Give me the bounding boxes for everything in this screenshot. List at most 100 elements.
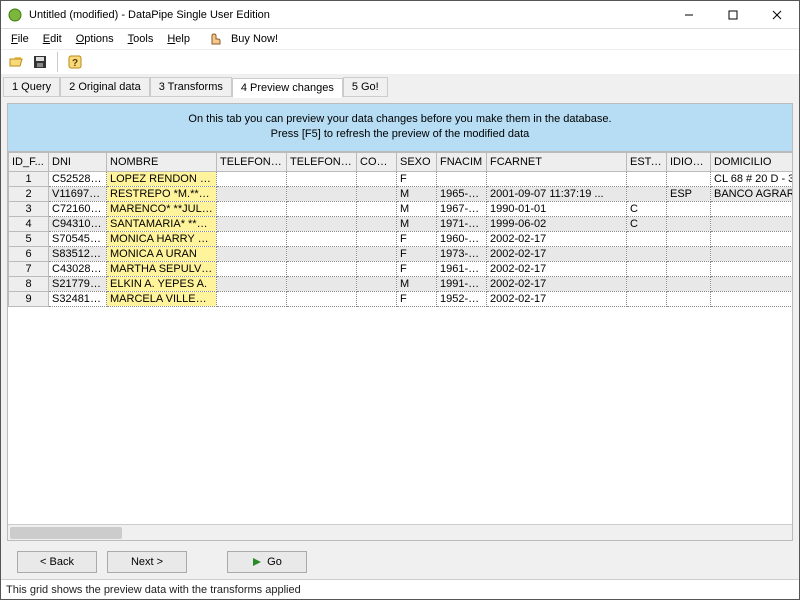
cell[interactable]: [667, 171, 711, 186]
cell[interactable]: 2002-02-17: [487, 276, 627, 291]
cell[interactable]: [217, 186, 287, 201]
table-row[interactable]: 3C72160103MARENCO* **JULIOM1967-1...1990…: [9, 201, 793, 216]
menu-edit[interactable]: Edit: [37, 31, 68, 47]
cell[interactable]: M: [397, 186, 437, 201]
cell[interactable]: 2002-02-17: [487, 261, 627, 276]
cell[interactable]: [357, 186, 397, 201]
cell[interactable]: [627, 171, 667, 186]
cell[interactable]: [287, 231, 357, 246]
col-esta[interactable]: ESTA...: [627, 152, 667, 171]
cell[interactable]: [357, 216, 397, 231]
cell[interactable]: RESTREPO *M.**ADIEL: [107, 186, 217, 201]
cell[interactable]: [287, 171, 357, 186]
table-row[interactable]: 2V116976...RESTREPO *M.**ADIEL M1965-0...…: [9, 186, 793, 201]
cell[interactable]: [287, 201, 357, 216]
cell[interactable]: M: [397, 276, 437, 291]
cell[interactable]: 8: [9, 276, 49, 291]
tab-go[interactable]: 5 Go!: [343, 77, 388, 97]
cell[interactable]: 2002-02-17: [487, 231, 627, 246]
cell[interactable]: [357, 291, 397, 306]
tab-original-data[interactable]: 2 Original data: [60, 77, 150, 97]
cell[interactable]: F: [397, 231, 437, 246]
cell[interactable]: BANCO AGRARIO: [711, 186, 793, 201]
cell[interactable]: [217, 291, 287, 306]
cell[interactable]: [287, 276, 357, 291]
tab-query[interactable]: 1 Query: [3, 77, 60, 97]
cell[interactable]: MONICA A URAN: [107, 246, 217, 261]
cell[interactable]: V116976...: [49, 186, 107, 201]
cell[interactable]: [627, 186, 667, 201]
cell[interactable]: [357, 231, 397, 246]
cell[interactable]: [487, 171, 627, 186]
cell[interactable]: CL 68 # 20 D - 31 ...: [711, 171, 793, 186]
cell[interactable]: [357, 201, 397, 216]
menu-buy-now[interactable]: Buy Now!: [202, 29, 290, 49]
cell[interactable]: [711, 246, 793, 261]
cell[interactable]: [667, 216, 711, 231]
cell[interactable]: [217, 276, 287, 291]
cell[interactable]: 6: [9, 246, 49, 261]
go-button[interactable]: Go: [227, 551, 307, 573]
help-button[interactable]: ?: [64, 51, 86, 73]
cell[interactable]: 1952-0...: [437, 291, 487, 306]
cell[interactable]: [287, 216, 357, 231]
col-nombre[interactable]: NOMBRE: [107, 152, 217, 171]
cell[interactable]: 2002-02-17: [487, 291, 627, 306]
cell[interactable]: 1965-0...: [437, 186, 487, 201]
cell[interactable]: M: [397, 201, 437, 216]
cell[interactable]: 1999-06-02: [487, 216, 627, 231]
cell[interactable]: 2002-02-17: [487, 246, 627, 261]
cell[interactable]: [217, 246, 287, 261]
cell[interactable]: LOPEZ RENDON NANCY ...: [107, 171, 217, 186]
cell[interactable]: C: [627, 201, 667, 216]
cell[interactable]: [627, 231, 667, 246]
col-dom[interactable]: DOMICILIO: [711, 152, 793, 171]
cell[interactable]: ELKIN A. YEPES A.: [107, 276, 217, 291]
cell[interactable]: S835120...: [49, 246, 107, 261]
cell[interactable]: F: [397, 171, 437, 186]
cell[interactable]: [667, 276, 711, 291]
cell[interactable]: 7: [9, 261, 49, 276]
cell[interactable]: 2: [9, 186, 49, 201]
cell[interactable]: 2001-09-07 11:37:19 ...: [487, 186, 627, 201]
tab-transforms[interactable]: 3 Transforms: [150, 77, 232, 97]
cell[interactable]: SANTAMARIA* **NICA...: [107, 216, 217, 231]
cell[interactable]: [711, 291, 793, 306]
cell[interactable]: 1: [9, 171, 49, 186]
col-dni[interactable]: DNI: [49, 152, 107, 171]
cell[interactable]: 5: [9, 231, 49, 246]
cell[interactable]: 9: [9, 291, 49, 306]
cell[interactable]: 1961-1...: [437, 261, 487, 276]
cell[interactable]: MONICA HARRY JARAM...: [107, 231, 217, 246]
cell[interactable]: 1971-0...: [437, 216, 487, 231]
cell[interactable]: 3: [9, 201, 49, 216]
cell[interactable]: MARENCO* **JULIO: [107, 201, 217, 216]
cell[interactable]: C52528144: [49, 171, 107, 186]
cell[interactable]: [217, 216, 287, 231]
col-tel2[interactable]: TELEFONOT...: [287, 152, 357, 171]
col-id[interactable]: ID_F...: [9, 152, 49, 171]
cell[interactable]: 1960-0...: [437, 231, 487, 246]
cell[interactable]: C: [627, 216, 667, 231]
cell[interactable]: C43028837: [49, 261, 107, 276]
cell[interactable]: [357, 276, 397, 291]
cell[interactable]: [437, 171, 487, 186]
cell[interactable]: [711, 201, 793, 216]
cell[interactable]: 1990-01-01: [487, 201, 627, 216]
table-row[interactable]: 8S217794...ELKIN A. YEPES A.M1991-0...20…: [9, 276, 793, 291]
menu-help[interactable]: Help: [161, 31, 196, 47]
save-button[interactable]: [29, 51, 51, 73]
cell[interactable]: 1973-0...: [437, 246, 487, 261]
menu-options[interactable]: Options: [70, 31, 120, 47]
cell[interactable]: [627, 246, 667, 261]
cell[interactable]: [711, 231, 793, 246]
tab-preview-changes[interactable]: 4 Preview changes: [232, 78, 343, 98]
table-row[interactable]: 5S705453...MONICA HARRY JARAM...F1960-0.…: [9, 231, 793, 246]
col-fcar[interactable]: FCARNET: [487, 152, 627, 171]
cell[interactable]: [627, 276, 667, 291]
cell[interactable]: [217, 261, 287, 276]
table-row[interactable]: 4C94310204SANTAMARIA* **NICA...M1971-0..…: [9, 216, 793, 231]
close-button[interactable]: [755, 1, 799, 29]
cell[interactable]: [667, 231, 711, 246]
cell[interactable]: [711, 216, 793, 231]
